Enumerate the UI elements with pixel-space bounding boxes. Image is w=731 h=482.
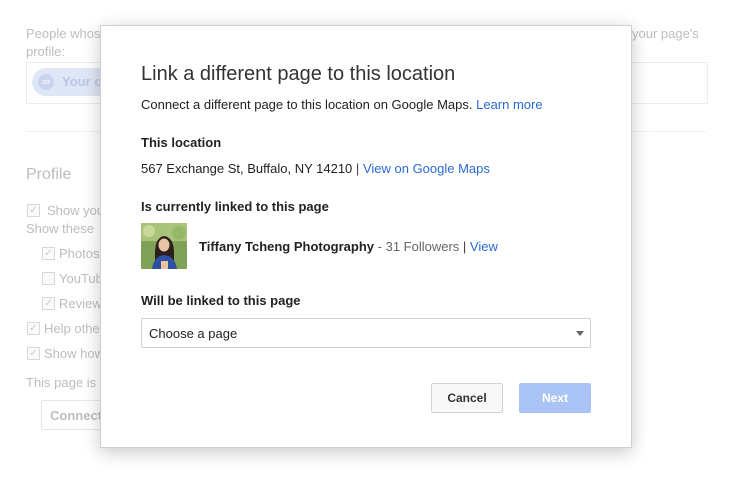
bg-profile-heading: Profile (26, 166, 72, 183)
bg-checkbox (42, 272, 55, 285)
cancel-button[interactable]: Cancel (431, 383, 503, 413)
caret-down-icon (576, 331, 584, 336)
current-page-name: Tiffany Tcheng Photography (199, 239, 375, 254)
bg-youtube: YouTub (59, 271, 103, 286)
bg-intro-text-line2: profile: (26, 44, 66, 59)
dialog-title: Link a different page to this location (141, 63, 456, 85)
view-on-google-maps-link[interactable]: View on Google Maps (363, 161, 490, 176)
view-current-page-link[interactable]: View (470, 239, 498, 254)
bg-checkbox: ✓ (42, 297, 55, 310)
dialog-description-text: Connect a different page to this locatio… (141, 97, 473, 112)
bg-intro-text: People whos (26, 26, 101, 41)
bg-checkbox: ✓ (27, 322, 40, 335)
next-button[interactable]: Next (519, 383, 591, 413)
this-location-heading: This location (141, 135, 222, 150)
choose-page-dropdown[interactable]: Choose a page (141, 318, 591, 348)
separator: | (355, 161, 360, 176)
link-page-dialog: Link a different page to this location C… (100, 25, 632, 448)
learn-more-link[interactable]: Learn more (476, 97, 542, 112)
current-page-info: Tiffany Tcheng Photography - 31 Follower… (199, 239, 498, 254)
bg-checkbox: ✓ (42, 247, 55, 260)
bg-show-how: Show how (44, 346, 104, 361)
current-page-followers: - 31 Followers (374, 239, 460, 254)
bg-show-these: Show these (26, 221, 94, 236)
bg-show-you: Show you (47, 203, 105, 218)
current-page-heading: Is currently linked to this page (141, 199, 329, 214)
bg-connect-label: Connect (50, 408, 102, 423)
bg-page-is: This page is (26, 375, 97, 390)
current-page-avatar (141, 223, 187, 269)
location-address: 567 Exchange St, Buffalo, NY 14210 (141, 161, 353, 176)
bg-photos: Photos (59, 246, 100, 261)
bg-checkbox: ✓ (27, 347, 40, 360)
dialog-description: Connect a different page to this locatio… (141, 97, 543, 112)
choose-page-value: Choose a page (149, 326, 238, 341)
bg-intro-text-right: your page's (632, 26, 699, 41)
new-page-heading: Will be linked to this page (141, 293, 301, 308)
bg-chip-label: Your c (62, 74, 102, 89)
bg-checkbox: ✓ (27, 204, 40, 217)
location-row: 567 Exchange St, Buffalo, NY 14210 | Vie… (141, 161, 490, 176)
bg-reviews: Review (59, 296, 102, 311)
separator: | (462, 239, 467, 254)
bg-help-other: Help othe (44, 321, 100, 336)
link-icon: ∞ (38, 74, 54, 90)
avatar-photo-icon (141, 223, 187, 269)
